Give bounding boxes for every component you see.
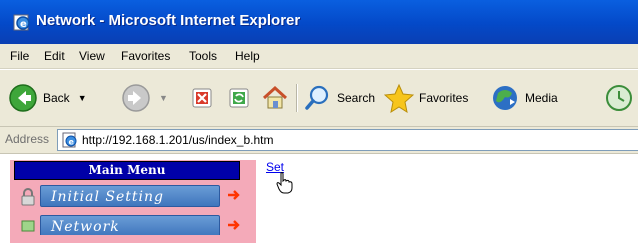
forward-arrow-icon <box>122 84 150 112</box>
menu-help[interactable]: Help <box>235 49 260 63</box>
network-icon <box>21 220 35 232</box>
ie-page-icon: e <box>13 14 30 31</box>
forward-dropdown-icon[interactable]: ▼ <box>159 93 168 103</box>
history-button[interactable] <box>604 82 634 114</box>
lock-icon <box>21 188 35 206</box>
search-icon <box>305 85 329 110</box>
refresh-button[interactable] <box>227 82 251 114</box>
star-icon <box>384 83 414 113</box>
initial-setting-button[interactable]: Initial Setting <box>40 185 220 207</box>
menu-view[interactable]: View <box>79 49 105 63</box>
main-menu-header: Main Menu <box>14 161 240 180</box>
menu-edit[interactable]: Edit <box>44 49 65 63</box>
svg-text:e: e <box>69 138 75 147</box>
toolbar-separator <box>296 84 298 112</box>
history-icon <box>606 85 632 111</box>
back-label: Back <box>43 91 70 105</box>
arrow-right-icon <box>228 220 240 230</box>
menu-favorites[interactable]: Favorites <box>121 49 170 63</box>
menu-file[interactable]: File <box>10 49 29 63</box>
address-url: http://192.168.1.201/us/index_b.htm <box>82 133 274 147</box>
standard-toolbar: Back ▼ ▼ Search Favorites Media <box>0 69 638 127</box>
menu-item-network[interactable]: Network <box>14 215 244 235</box>
forward-button[interactable]: ▼ <box>121 82 168 114</box>
menu-tools[interactable]: Tools <box>189 49 217 63</box>
stop-icon <box>192 88 212 108</box>
search-button[interactable]: Search <box>304 82 375 114</box>
media-button[interactable]: Media <box>490 82 558 114</box>
media-icon <box>493 86 517 110</box>
address-bar: Address e http://192.168.1.201/us/index_… <box>0 127 638 154</box>
window-title: Network - Microsoft Internet Explorer <box>36 12 301 29</box>
page-icon: e <box>62 132 77 148</box>
refresh-icon <box>229 88 249 108</box>
svg-text:e: e <box>20 19 27 30</box>
back-button[interactable]: Back ▼ <box>8 82 87 114</box>
network-button[interactable]: Network <box>40 215 220 235</box>
arrow-right-icon <box>228 190 240 200</box>
hand-cursor-icon <box>276 172 293 194</box>
back-dropdown-icon[interactable]: ▼ <box>78 93 87 103</box>
favorites-label: Favorites <box>419 91 469 105</box>
menu-bar: File Edit View Favorites Tools Help <box>0 44 638 69</box>
stop-button[interactable] <box>190 82 214 114</box>
title-bar: e Network - Microsoft Internet Explorer <box>0 0 638 44</box>
media-label: Media <box>525 91 558 105</box>
address-input[interactable]: e http://192.168.1.201/us/index_b.htm <box>57 129 638 151</box>
menu-item-initial-setting[interactable]: Initial Setting <box>14 185 244 209</box>
search-label: Search <box>337 91 376 105</box>
home-icon <box>262 85 288 109</box>
favorites-button[interactable]: Favorites <box>384 82 468 114</box>
page-content: Main Menu Initial Setting Network Set <box>0 154 638 243</box>
address-label: Address <box>5 132 50 146</box>
home-button[interactable] <box>261 82 289 114</box>
back-arrow-icon <box>9 84 37 112</box>
